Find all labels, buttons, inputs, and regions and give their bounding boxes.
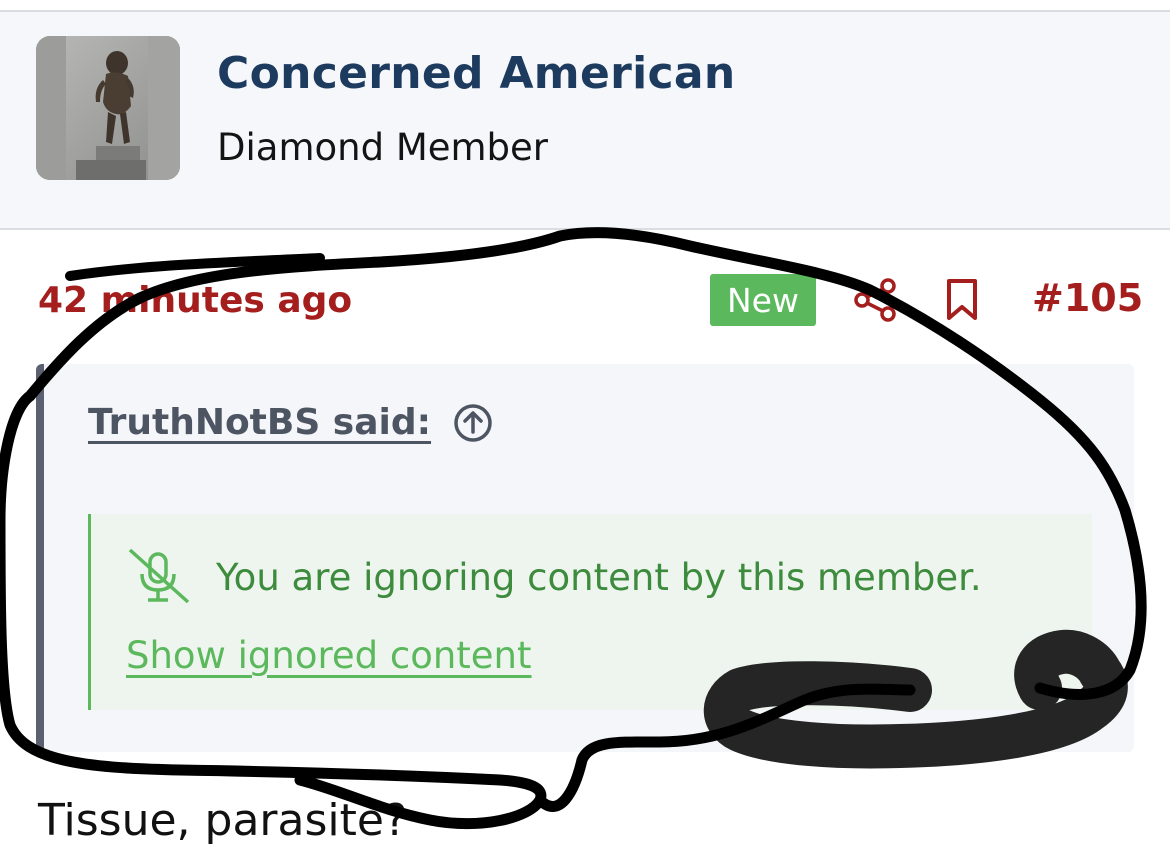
ignored-message: You are ignoring content by this member. [216, 556, 982, 599]
quote-author-link[interactable]: TruthNotBS said: [88, 402, 431, 443]
new-badge: New [710, 274, 816, 326]
post-timestamp[interactable]: 42 minutes ago [38, 280, 352, 321]
muted-microphone-icon [126, 548, 192, 604]
share-icon[interactable] [852, 278, 900, 322]
ignored-content-notice [88, 514, 1092, 710]
arrow-up-circle-icon[interactable] [453, 403, 493, 443]
quote-header: TruthNotBS said: [88, 402, 493, 443]
post-body-text: Tissue, parasite? [38, 795, 408, 846]
avatar[interactable] [36, 36, 180, 180]
top-divider [0, 0, 1170, 12]
show-ignored-content-link[interactable]: Show ignored content [126, 634, 532, 677]
avatar-image [36, 36, 180, 180]
bookmark-icon[interactable] [944, 278, 980, 322]
user-title: Diamond Member [217, 126, 549, 169]
username[interactable]: Concerned American [217, 48, 735, 99]
post-number[interactable]: #105 [1032, 276, 1143, 320]
